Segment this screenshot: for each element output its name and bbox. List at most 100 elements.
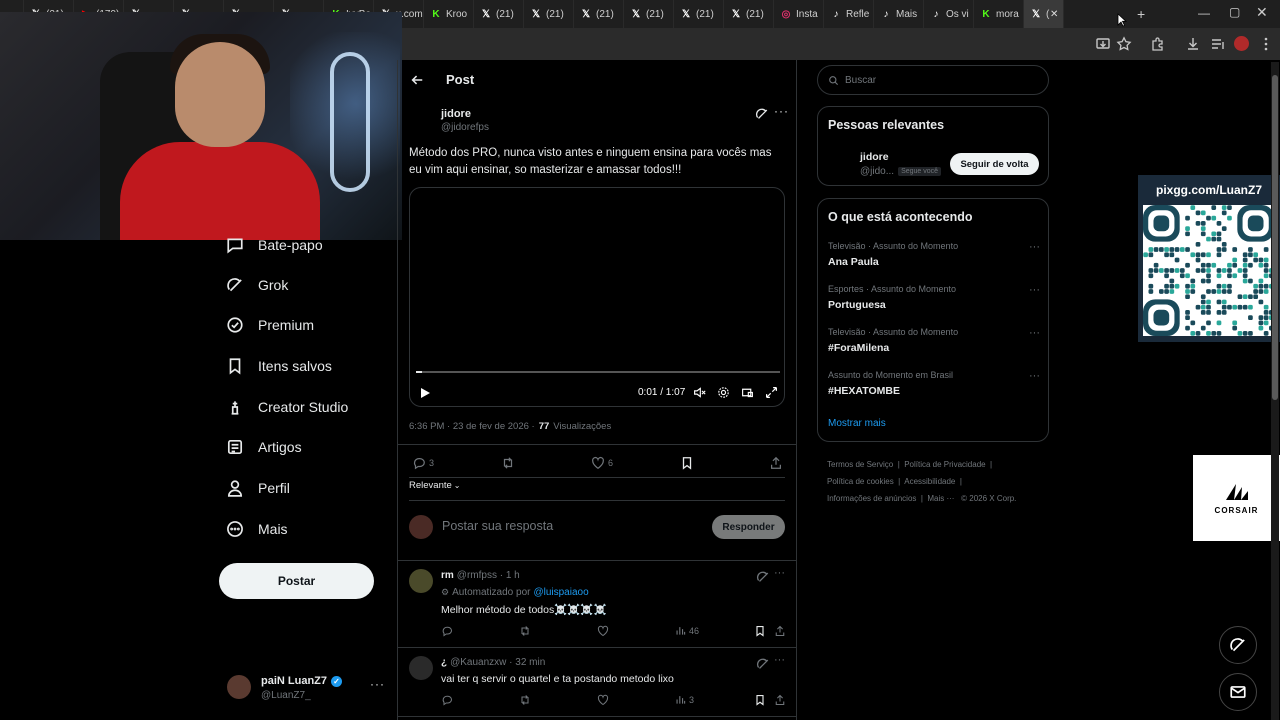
trend-more-icon[interactable]: ···: [1029, 241, 1040, 253]
browser-tab[interactable]: ♪ Os vi: [924, 0, 974, 28]
reply-input[interactable]: Postar sua resposta: [442, 519, 553, 533]
browser-tab[interactable]: ♪ Refle: [824, 0, 874, 28]
bookmark-icon[interactable]: [754, 694, 766, 706]
show-more-link[interactable]: Mostrar mais: [828, 418, 886, 429]
play-icon[interactable]: [419, 387, 431, 399]
reply-icon[interactable]: [441, 625, 453, 637]
nav-item-more-circle[interactable]: Mais: [226, 514, 288, 544]
trend-more-icon[interactable]: ···: [1029, 284, 1040, 296]
messages-floating-button[interactable]: [1219, 673, 1257, 711]
account-more-icon[interactable]: ···: [370, 677, 385, 691]
reply-handle[interactable]: @rmfpss · 1 h: [457, 570, 520, 581]
nav-item-grok[interactable]: Grok: [226, 270, 288, 300]
settings-gear-icon[interactable]: [717, 386, 730, 399]
download-icon[interactable]: [1185, 36, 1201, 52]
nav-item-articles[interactable]: Artigos: [226, 432, 302, 462]
browser-tab[interactable]: Kmora: [974, 0, 1024, 28]
post-more-icon[interactable]: ···: [774, 104, 789, 118]
follow-back-button[interactable]: Seguir de volta: [950, 153, 1039, 175]
browser-tab[interactable]: 𝕏 (21): [624, 0, 674, 28]
automated-by-link[interactable]: @luispaiaoo: [533, 587, 588, 598]
browser-tab[interactable]: ◎ Insta: [774, 0, 824, 28]
reply-author-name[interactable]: rm: [441, 570, 454, 581]
extensions-icon[interactable]: [1150, 36, 1166, 52]
reply-more-icon[interactable]: ···: [774, 567, 785, 579]
share-icon[interactable]: [769, 456, 783, 470]
avatar[interactable]: [828, 152, 850, 174]
minimize-icon[interactable]: —: [1198, 6, 1210, 20]
browser-menu-icon[interactable]: [1258, 36, 1274, 52]
picture-in-picture-icon[interactable]: [741, 386, 754, 399]
share-icon[interactable]: [774, 694, 786, 706]
like-action[interactable]: 6: [591, 456, 613, 470]
person-name[interactable]: jidore: [860, 151, 889, 163]
heart-icon[interactable]: [597, 694, 609, 706]
grok-floating-button[interactable]: [1219, 626, 1257, 664]
bookmark-icon[interactable]: [680, 456, 694, 470]
grok-icon[interactable]: [756, 570, 770, 584]
share-icon[interactable]: [774, 625, 786, 637]
video-player[interactable]: 0:01 / 1:07: [409, 187, 785, 407]
repost-icon[interactable]: [501, 456, 515, 470]
repost-icon[interactable]: [519, 625, 531, 637]
browser-tab[interactable]: 𝕏 (21): [674, 0, 724, 28]
post-button[interactable]: Postar: [219, 563, 374, 599]
trend-more-icon[interactable]: ···: [1029, 370, 1040, 382]
heart-icon[interactable]: [597, 625, 609, 637]
trend-item[interactable]: Televisão · Assunto do Momento Ana Paula ·…: [828, 241, 1040, 268]
nav-item-creator-studio[interactable]: Creator Studio: [226, 392, 348, 422]
browser-tab[interactable]: 𝕏 (21): [724, 0, 774, 28]
trend-item[interactable]: Esportes · Assunto do Momento Portuguesa ·…: [828, 284, 1040, 311]
reply-button[interactable]: Responder: [712, 515, 785, 539]
trend-item[interactable]: Assunto do Momento em Brasil #HEXATOMBE ··…: [828, 370, 1040, 397]
sort-dropdown[interactable]: Relevante ⌄: [409, 480, 460, 491]
views-action[interactable]: 46: [675, 625, 699, 636]
install-app-icon[interactable]: [1095, 36, 1111, 52]
views-action[interactable]: 3: [675, 694, 694, 705]
reply-avatar[interactable]: [409, 656, 433, 680]
close-window-icon[interactable]: ✕: [1256, 4, 1268, 21]
mute-icon[interactable]: [693, 386, 706, 399]
footer-link[interactable]: Acessibilidade: [904, 477, 955, 486]
trend-more-icon[interactable]: ···: [1029, 327, 1040, 339]
footer-link[interactable]: Mais ···: [927, 494, 954, 503]
post-timestamp[interactable]: 6:36 PM · 23 de fev de 2026 ·: [409, 421, 535, 432]
grok-icon[interactable]: [755, 107, 769, 121]
reply-more-icon[interactable]: ···: [774, 654, 785, 666]
media-control-icon[interactable]: [1210, 36, 1226, 52]
person-handle[interactable]: @jido...: [860, 166, 894, 177]
footer-link[interactable]: Termos de Serviço: [827, 460, 893, 469]
reply-icon[interactable]: [441, 694, 453, 706]
back-arrow-icon[interactable]: [410, 73, 424, 87]
bookmark-icon[interactable]: [754, 625, 766, 637]
browser-tab[interactable]: 𝕏 (21): [574, 0, 624, 28]
scrollbar-thumb[interactable]: [1272, 75, 1278, 400]
footer-link[interactable]: Informações de anúncios: [827, 494, 916, 503]
close-tab-icon[interactable]: ✕: [1050, 9, 1058, 20]
nav-item-bookmark[interactable]: Itens salvos: [226, 351, 332, 381]
browser-tab[interactable]: 𝕏 (21): [524, 0, 574, 28]
star-icon[interactable]: [1116, 36, 1132, 52]
reply-action[interactable]: 3: [412, 456, 434, 470]
author-avatar[interactable]: [409, 108, 431, 130]
search-input[interactable]: Buscar: [817, 65, 1049, 95]
nav-item-profile[interactable]: Perfil: [226, 473, 290, 503]
account-switcher[interactable]: paiN LuanZ7 ✓ @LuanZ7_ ···: [227, 673, 387, 709]
maximize-icon[interactable]: ▢: [1229, 5, 1240, 19]
new-tab-icon[interactable]: +: [1137, 6, 1145, 22]
author-handle[interactable]: @jidorefps: [441, 122, 489, 133]
grok-icon[interactable]: [756, 657, 770, 671]
nav-item-chat[interactable]: Bate-papo: [226, 230, 323, 260]
reply-author-name[interactable]: ¿: [441, 657, 447, 668]
fullscreen-icon[interactable]: [765, 386, 778, 399]
browser-tab[interactable]: K Kroo: [424, 0, 474, 28]
nav-item-premium[interactable]: Premium: [226, 310, 314, 340]
repost-icon[interactable]: [519, 694, 531, 706]
footer-link[interactable]: Política de Privacidade: [904, 460, 985, 469]
author-name[interactable]: jidore: [441, 108, 471, 120]
reply-avatar[interactable]: [409, 569, 433, 593]
profile-avatar-icon[interactable]: [1234, 36, 1249, 51]
footer-link[interactable]: Política de cookies: [827, 477, 894, 486]
trend-item[interactable]: Televisão · Assunto do Momento #ForaMilen…: [828, 327, 1040, 354]
browser-tab[interactable]: 𝕏 (21): [474, 0, 524, 28]
